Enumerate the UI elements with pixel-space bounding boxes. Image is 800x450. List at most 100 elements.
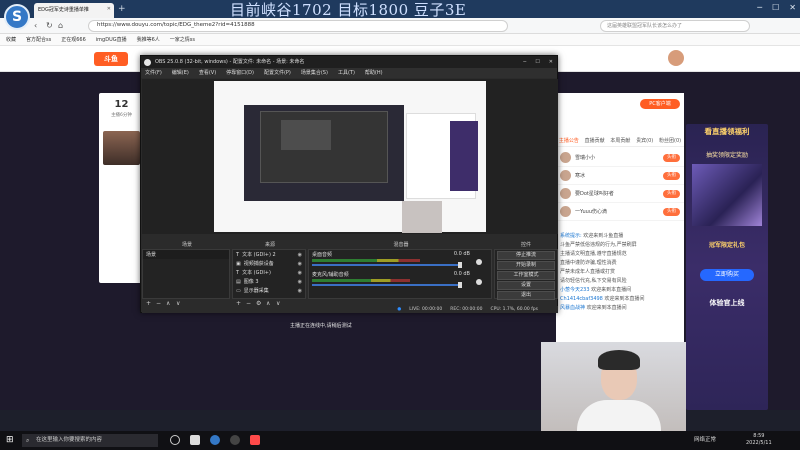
bookmark-item[interactable]: 收藏	[6, 36, 16, 43]
status-badge: 头衔	[663, 153, 680, 162]
studio-mode-button[interactable]: 工作室模式	[497, 271, 555, 280]
maximize-icon[interactable]: ☐	[772, 3, 779, 12]
douyu-app-icon[interactable]	[250, 435, 260, 445]
system-tray-text[interactable]: 网络正常	[694, 435, 716, 443]
minimize-icon[interactable]: ─	[757, 3, 762, 12]
list-item[interactable]: 一Yuuu伤心滴 头衔	[556, 203, 684, 221]
search-input[interactable]: 这届英雄联盟冠军队长该怎么办了	[600, 20, 750, 32]
slider-handle[interactable]	[458, 262, 462, 268]
preview-canvas	[214, 81, 486, 233]
close-tab-icon[interactable]: ✕	[107, 6, 111, 12]
eye-icon[interactable]: ◉	[298, 261, 302, 268]
source-item[interactable]: ▤ 图像 3 ◉	[233, 278, 305, 287]
stop-streaming-button[interactable]: 停止推流	[497, 251, 555, 260]
source-item[interactable]: T 文本 (GDI+) 2 ◉	[233, 251, 305, 260]
exit-button[interactable]: 退出	[497, 291, 555, 300]
taskbar-search-input[interactable]: ⌕ 在这里输入你要搜索的内容	[22, 434, 158, 447]
chat-text: 欢迎来到本直播间	[604, 296, 645, 302]
chat-name[interactable]: 系统提示:	[560, 233, 582, 239]
list-item[interactable]: 要Dot星球叫好者 头衔	[556, 185, 684, 203]
tab-vip[interactable]: 贵宾(0)	[636, 135, 653, 146]
refresh-icon[interactable]: ↻	[46, 21, 53, 30]
eye-icon[interactable]: ◉	[298, 270, 302, 277]
taskbar-clock[interactable]: 8:59 2022/5/11	[746, 433, 772, 447]
bookmark-item[interactable]: imgDUG直播	[96, 36, 127, 43]
bookmark-item[interactable]: 正在观666	[61, 36, 86, 43]
menu-profile[interactable]: 配置文件(P)	[264, 68, 291, 78]
eye-icon[interactable]: ◉	[298, 252, 302, 259]
source-label: 显示器采集	[243, 288, 269, 294]
obs-preview[interactable]	[142, 79, 558, 234]
douyu-logo[interactable]: 斗鱼	[94, 52, 128, 66]
url-input[interactable]: https://www.douyu.com/topic/EDG_theme2?r…	[88, 20, 508, 32]
obs-icon[interactable]	[230, 435, 240, 445]
slider-handle[interactable]	[458, 282, 462, 288]
text-icon: T	[236, 270, 240, 276]
source-item[interactable]: T 文本 (GDI+) ◉	[233, 269, 305, 278]
bookmark-item[interactable]: 一家之情ss	[170, 36, 195, 43]
windows-taskbar: ⊞ ⌕ 在这里输入你要搜索的内容 网络正常 8:59 2022/5/11	[0, 431, 800, 450]
source-item[interactable]: ▣ 视频捕获设备 ◉	[233, 260, 305, 269]
browser-icon[interactable]	[210, 435, 220, 445]
buy-now-button[interactable]: 立即购买	[700, 269, 754, 281]
chat-line: 主播请文明直播,遵守直播规范	[560, 250, 680, 259]
close-window-icon[interactable]: ✕	[789, 3, 796, 12]
volume-slider[interactable]	[312, 264, 462, 266]
live-indicator-icon: ●	[397, 307, 402, 312]
source-item[interactable]: ▭ 显示器采集 ◉	[233, 287, 305, 296]
menu-scene-collection[interactable]: 场景集合(S)	[301, 68, 328, 78]
menu-tools[interactable]: 工具(T)	[338, 68, 355, 78]
back-icon[interactable]: ‹	[34, 21, 37, 30]
tab-fans[interactable]: 粉丝团(0)	[659, 135, 681, 146]
tab-weekly[interactable]: 本周贡献	[610, 135, 630, 146]
menu-edit[interactable]: 编辑(E)	[172, 68, 189, 78]
minimize-icon[interactable]: ─	[523, 56, 526, 68]
eye-icon[interactable]: ◉	[298, 279, 302, 286]
source-label: 视频捕获设备	[243, 261, 274, 267]
stream-overlay-title: 目前峡谷1702 目标1800 豆子3E	[230, 1, 467, 19]
scenes-dock: 场景	[142, 249, 230, 299]
list-item[interactable]: 寒冰 头衔	[556, 167, 684, 185]
promo-banner[interactable]: 看直播领福利 抽奖领限定奖励 冠军限定礼包 立即购买 体验官上线	[686, 124, 768, 410]
browser-tab[interactable]: EDG冠军史诗重播单推 ✕	[34, 3, 114, 18]
controls-dock: 停止推流 开始录制 工作室模式 设置 退出	[494, 249, 558, 300]
chat-text: 严禁未成年人直播或打赏	[560, 269, 616, 275]
streamer-avatar[interactable]	[103, 131, 140, 165]
avatar	[560, 206, 571, 217]
chat-text: 请勿轻信代充,私下交易有风险	[560, 278, 627, 284]
chat-name[interactable]: Ch1414cbaf3498	[560, 296, 603, 302]
maximize-icon[interactable]: ☐	[535, 56, 539, 68]
bookmark-item[interactable]: 我推等6人	[137, 36, 160, 43]
windows-start-icon[interactable]: ⊞	[6, 436, 14, 445]
speaker-icon[interactable]	[476, 279, 482, 285]
streamer-card: 12 主播6分钟	[99, 93, 144, 283]
close-icon[interactable]: ✕	[549, 56, 553, 68]
menu-help[interactable]: 帮助(H)	[365, 68, 383, 78]
scene-item[interactable]: 场景	[143, 250, 229, 259]
bookmark-item[interactable]: 官方配合ss	[26, 36, 51, 43]
task-view-icon[interactable]	[170, 435, 180, 445]
menu-view[interactable]: 查看(V)	[199, 68, 216, 78]
streamer-level: 12	[114, 99, 129, 110]
file-explorer-icon[interactable]	[190, 435, 200, 445]
chat-name[interactable]: 小葱今天233	[560, 287, 590, 293]
list-item[interactable]: 雪瑞小小 头衔	[556, 149, 684, 167]
chat-line: 小葱今天233 欢迎来到本直播间	[560, 286, 680, 295]
start-recording-button[interactable]: 开始录制	[497, 261, 555, 270]
tab-announcement[interactable]: 主播公告	[559, 135, 579, 146]
home-icon[interactable]: ⌂	[58, 21, 63, 30]
rank-list: 雪瑞小小 头衔 寒冰 头衔 要Dot星球叫好者 头衔 一Yuuu伤心滴 头衔	[556, 149, 684, 221]
pc-client-button[interactable]: PC客户端	[640, 99, 680, 109]
speaker-icon[interactable]	[476, 259, 482, 265]
menu-docks[interactable]: 停靠窗口(D)	[226, 68, 254, 78]
chat-name[interactable]: 风暴血战神	[560, 305, 585, 311]
tab-contribution[interactable]: 直播贡献	[585, 135, 605, 146]
menu-file[interactable]: 文件(F)	[145, 68, 162, 78]
window-controls: ─ ☐ ✕	[757, 3, 796, 12]
user-avatar[interactable]	[668, 50, 684, 66]
scenes-header: 场景	[181, 242, 192, 248]
eye-icon[interactable]: ◉	[298, 288, 302, 295]
settings-button[interactable]: 设置	[497, 281, 555, 290]
volume-slider[interactable]	[312, 284, 462, 286]
new-tab-button[interactable]: +	[118, 4, 126, 14]
